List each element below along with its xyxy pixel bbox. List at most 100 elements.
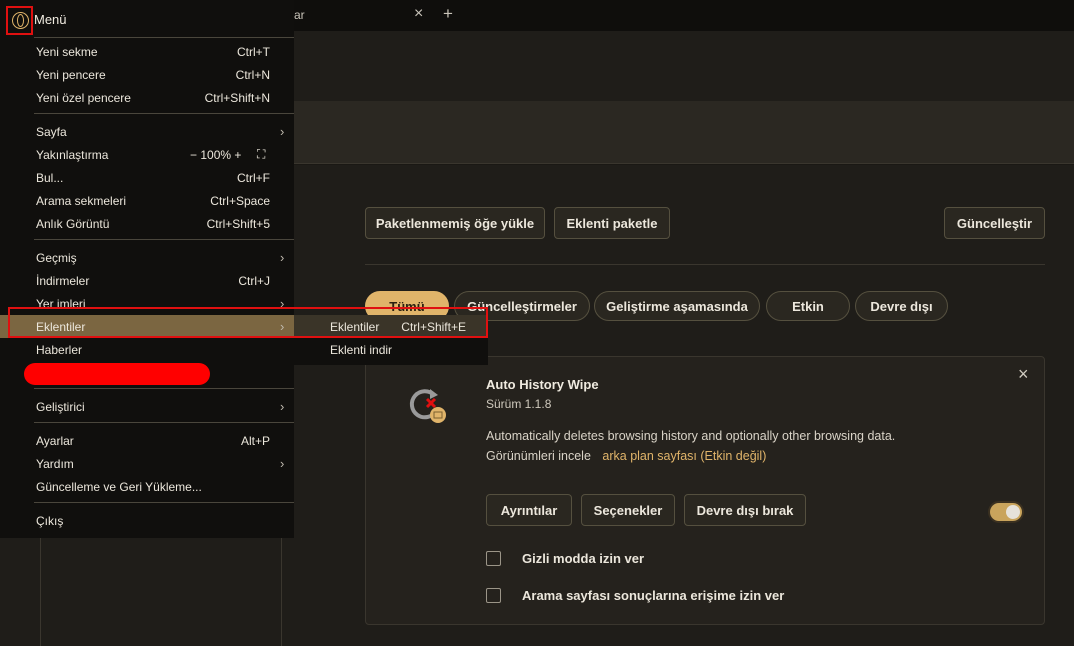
menu-item-settings[interactable]: Ayarlar Alt+P	[0, 429, 294, 452]
search-access-checkbox[interactable]	[486, 588, 501, 603]
menu-item-shortcut: Ctrl+Shift+E	[401, 319, 466, 334]
inspect-views-label: Görünümleri incele	[486, 449, 591, 463]
menu-item-extensions[interactable]: Eklentiler ›	[0, 315, 294, 338]
left-pane	[40, 538, 282, 646]
opera-main-menu: Menü Yeni sekme Ctrl+T Yeni pencere Ctrl…	[0, 0, 294, 538]
menu-item-exit[interactable]: Çıkış	[0, 509, 294, 532]
new-tab-icon[interactable]: +	[443, 5, 453, 22]
filter-disabled[interactable]: Devre dışı	[855, 291, 948, 321]
remove-extension-close-icon[interactable]: ×	[1018, 365, 1029, 383]
menu-item-label: Sayfa	[36, 124, 67, 139]
menu-divider	[34, 502, 294, 503]
opera-logo-icon[interactable]	[12, 12, 29, 29]
redaction-mark	[24, 363, 210, 385]
disable-button[interactable]: Devre dışı bırak	[684, 494, 806, 526]
menu-item-label: Eklentiler	[330, 319, 380, 334]
menu-item-shortcut: Ctrl+Space	[210, 193, 270, 208]
menu-item-new-window[interactable]: Yeni pencere Ctrl+N	[0, 63, 294, 86]
chevron-right-icon: ›	[280, 319, 285, 334]
menu-item-bookmarks[interactable]: Yer imleri ›	[0, 292, 294, 315]
menu-logo-highlight	[6, 6, 33, 35]
incognito-row: Gizli modda izin ver	[486, 551, 644, 566]
menu-item-new-private-window[interactable]: Yeni özel pencere Ctrl+Shift+N	[0, 86, 294, 109]
menu-item-label: Eklentiler	[36, 319, 86, 334]
menu-divider	[34, 113, 294, 114]
menu-item-developer[interactable]: Geliştirici ›	[0, 395, 294, 418]
filter-enabled[interactable]: Etkin	[766, 291, 850, 321]
menu-item-help[interactable]: Yardım ›	[0, 452, 294, 475]
history-wipe-icon	[409, 389, 446, 423]
menu-item-news[interactable]: Haberler	[0, 338, 294, 361]
chevron-right-icon: ›	[280, 296, 285, 311]
extension-card: Auto History Wipe Sürüm 1.1.8 Automatica…	[365, 356, 1045, 625]
toggle-knob	[1006, 505, 1020, 519]
incognito-checkbox[interactable]	[486, 551, 501, 566]
load-unpacked-button[interactable]: Paketlenmemiş öğe yükle	[365, 207, 545, 239]
extension-version: Sürüm 1.1.8	[486, 397, 552, 411]
menu-item-label: Ayarlar	[36, 433, 74, 448]
search-access-label: Arama sayfası sonuçlarına erişime izin v…	[522, 588, 785, 603]
menu-item-label: Çıkış	[36, 513, 64, 528]
menu-item-label: Geçmiş	[36, 250, 77, 265]
menu-item-label: Yakınlaştırma	[36, 147, 109, 162]
menu-item-new-tab[interactable]: Yeni sekme Ctrl+T	[0, 40, 294, 63]
menu-item-shortcut: Ctrl+F	[237, 170, 270, 185]
options-button[interactable]: Seçenekler	[581, 494, 675, 526]
search-access-row: Arama sayfası sonuçlarına erişime izin v…	[486, 588, 784, 603]
chevron-right-icon: ›	[280, 250, 285, 265]
chevron-right-icon: ›	[280, 456, 285, 471]
zoom-in-icon[interactable]: +	[234, 148, 241, 162]
menu-divider	[34, 388, 294, 389]
update-button[interactable]: Güncelleştir	[944, 207, 1045, 239]
tab-close-icon[interactable]: ×	[414, 6, 423, 22]
menu-item-label: Yeni sekme	[36, 44, 98, 59]
menu-item-label: Arama sekmeleri	[36, 193, 127, 208]
details-button[interactable]: Ayrıntılar	[486, 494, 572, 526]
menu-item-label: Bul...	[36, 170, 64, 185]
tab-title[interactable]: ar	[294, 8, 305, 22]
menu-item-downloads[interactable]: İndirmeler Ctrl+J	[0, 269, 294, 292]
menu-item-search-tabs[interactable]: Arama sekmeleri Ctrl+Space	[0, 189, 294, 212]
menu-item-shortcut: Ctrl+Shift+N	[204, 90, 270, 105]
menu-item-shortcut: Alt+P	[240, 433, 270, 448]
extension-enabled-toggle[interactable]	[988, 501, 1024, 523]
pack-extension-button[interactable]: Eklenti paketle	[554, 207, 670, 239]
extension-name: Auto History Wipe	[486, 377, 599, 392]
incognito-label: Gizli modda izin ver	[522, 551, 645, 566]
fullscreen-icon[interactable]: ⛶	[257, 147, 265, 162]
menu-item-snapshot[interactable]: Anlık Görüntü Ctrl+Shift+5	[0, 212, 294, 235]
menu-item-label: Yeni pencere	[36, 67, 106, 82]
menu-item-history[interactable]: Geçmiş ›	[0, 246, 294, 269]
background-page-link[interactable]: arka plan sayfası (Etkin değil)	[602, 449, 766, 463]
extensions-submenu: Eklentiler Ctrl+Shift+E Eklenti indir	[294, 315, 488, 365]
menu-item-zoom: Yakınlaştırma − 100% + ⛶	[0, 143, 294, 166]
submenu-item-extensions[interactable]: Eklentiler Ctrl+Shift+E	[294, 315, 488, 338]
menu-item-label: Eklenti indir	[330, 342, 393, 357]
zoom-level: 100%	[200, 147, 232, 162]
menu-divider	[34, 37, 294, 38]
menu-item-label: Yeni özel pencere	[36, 90, 131, 105]
menu-item-label: Yardım	[36, 456, 74, 471]
menu-item-label: Güncelleme ve Geri Yükleme...	[36, 479, 202, 494]
menu-item-label: Haberler	[36, 342, 83, 357]
menu-divider	[34, 422, 294, 423]
chevron-right-icon: ›	[280, 124, 285, 139]
menu-title: Menü	[34, 12, 67, 27]
menu-item-shortcut: Ctrl+J	[238, 273, 270, 288]
menu-item-update-recovery[interactable]: Güncelleme ve Geri Yükleme...	[0, 475, 294, 498]
zoom-controls: − 100% +	[190, 148, 241, 162]
extension-description: Automatically deletes browsing history a…	[486, 429, 896, 443]
zoom-out-icon[interactable]: −	[190, 148, 197, 162]
menu-item-label: İndirmeler	[36, 273, 90, 288]
menu-item-shortcut: Ctrl+Shift+5	[206, 216, 270, 231]
submenu-item-get-extensions[interactable]: Eklenti indir	[294, 338, 488, 361]
menu-item-shortcut: Ctrl+T	[237, 44, 270, 59]
toolbar-divider	[365, 264, 1045, 265]
menu-item-page[interactable]: Sayfa ›	[0, 120, 294, 143]
menu-item-shortcut: Ctrl+N	[235, 67, 270, 82]
menu-item-find[interactable]: Bul... Ctrl+F	[0, 166, 294, 189]
menu-item-label: Yer imleri	[36, 296, 86, 311]
menu-header[interactable]: Menü	[0, 0, 294, 37]
filter-developer[interactable]: Geliştirme aşamasında	[594, 291, 760, 321]
menu-item-label: Anlık Görüntü	[36, 216, 110, 231]
